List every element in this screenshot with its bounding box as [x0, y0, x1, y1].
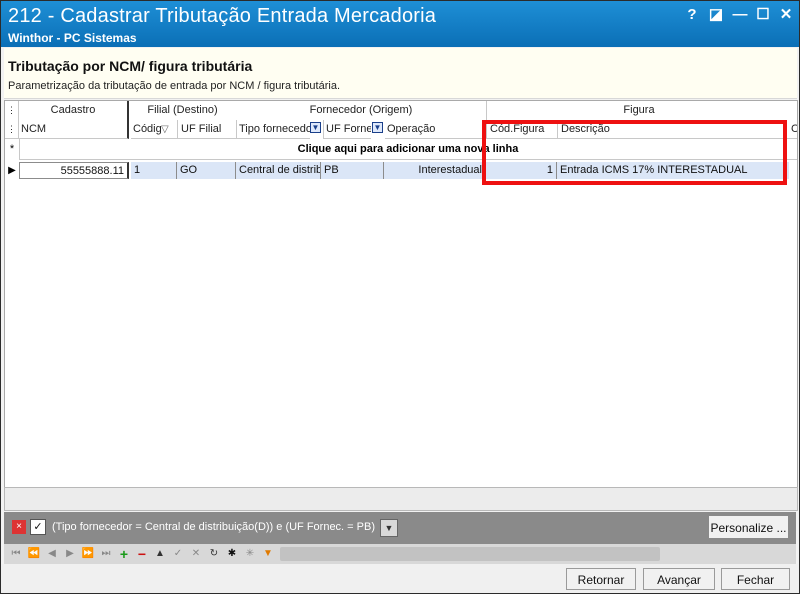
filter-icon[interactable]: ▼: [260, 546, 276, 562]
cell-uf-fornec[interactable]: PB: [321, 162, 384, 179]
current-row-indicator-icon: ▶: [8, 165, 16, 176]
navigator-bar: ⏮ ⏪ ◀ ▶ ⏩ ⏭ + − ▲ ✓ ✕ ↻ ✱ ✳ ▼: [4, 544, 796, 564]
filter-active-icon[interactable]: ▼: [372, 122, 383, 133]
cell-ncm[interactable]: 55555888.11: [19, 162, 129, 179]
page-title: Tributação por NCM/ figura tributária: [8, 58, 253, 74]
filter-dropdown-icon[interactable]: ▼: [380, 519, 398, 537]
row-selector-icon[interactable]: ⋮: [5, 120, 19, 139]
group-panel: [4, 487, 798, 511]
band-figura: Figura: [486, 101, 791, 120]
filter-codigo-icon[interactable]: ▽: [161, 120, 177, 139]
filter-text[interactable]: (Tipo fornecedor = Central de distribuiç…: [52, 521, 375, 533]
refresh-icon[interactable]: ↻: [206, 546, 222, 562]
col-extra[interactable]: C: [789, 120, 797, 139]
col-ncm[interactable]: NCM: [19, 120, 129, 139]
cell-uf-filial[interactable]: GO: [177, 162, 236, 179]
filter-active-icon[interactable]: ▼: [310, 122, 321, 133]
window-subtitle: Winthor - PC Sistemas: [8, 31, 137, 45]
next-page-icon[interactable]: ⏩: [80, 546, 96, 562]
edit-window-icon[interactable]: ◪: [706, 5, 726, 25]
grid-menu-icon[interactable]: ⋮: [5, 101, 19, 120]
next-record-icon[interactable]: ▶: [62, 546, 78, 562]
insert-record-icon[interactable]: +: [116, 546, 132, 562]
retornar-button[interactable]: Retornar: [566, 568, 636, 590]
band-fornecedor: Fornecedor (Origem): [236, 101, 486, 120]
col-uf-filial[interactable]: UF Filial: [177, 120, 236, 139]
edit-record-icon[interactable]: ▲: [152, 546, 168, 562]
delete-record-icon[interactable]: −: [134, 546, 150, 562]
post-record-icon[interactable]: ✓: [170, 546, 186, 562]
cell-tipo-fornecedor[interactable]: Central de distrib: [236, 162, 321, 179]
bookmark-icon[interactable]: ✱: [224, 546, 240, 562]
avancar-button[interactable]: Avançar: [643, 568, 715, 590]
minimize-button[interactable]: —: [730, 5, 750, 25]
cell-codigo[interactable]: 1: [131, 162, 177, 179]
cancel-record-icon[interactable]: ✕: [188, 546, 204, 562]
col-codigo[interactable]: Códig: [131, 120, 161, 139]
new-row-asterisk-icon: *: [5, 139, 20, 159]
page-description: Parametrização da tributação de entrada …: [8, 80, 340, 92]
highlight-box: [482, 120, 787, 185]
fechar-button[interactable]: Fechar: [721, 568, 790, 590]
close-button[interactable]: ✕: [776, 5, 796, 25]
prev-record-icon[interactable]: ◀: [44, 546, 60, 562]
clear-filter-icon[interactable]: ×: [12, 520, 26, 534]
col-operacao[interactable]: Operação: [385, 120, 486, 139]
footer-bar: Retornar Avançar Fechar: [1, 564, 799, 593]
col-uf-fornec[interactable]: UF Fornec.: [323, 120, 371, 139]
header-panel: Tributação por NCM/ figura tributária Pa…: [4, 48, 797, 99]
col-tipo-fornecedor[interactable]: Tipo fornecedor: [236, 120, 310, 139]
window-title: 212 - Cadastrar Tributação Entrada Merca…: [8, 5, 437, 27]
maximize-button[interactable]: ☐: [753, 5, 773, 25]
band-filial: Filial (Destino): [129, 101, 236, 120]
first-page-icon[interactable]: ⏮: [8, 546, 24, 562]
main-window: 212 - Cadastrar Tributação Entrada Merca…: [0, 0, 800, 594]
title-bar: 212 - Cadastrar Tributação Entrada Merca…: [1, 1, 799, 47]
goto-bookmark-icon[interactable]: ✳: [242, 546, 258, 562]
last-page-icon[interactable]: ⏭: [98, 546, 114, 562]
horizontal-scrollbar[interactable]: [280, 547, 660, 561]
filter-bar: × ✓ (Tipo fornecedor = Central de distri…: [4, 512, 796, 544]
band-cadastro: Cadastro: [19, 101, 129, 120]
personalize-button[interactable]: Personalize ...: [708, 515, 789, 539]
help-icon[interactable]: ?: [682, 5, 702, 25]
filter-enabled-checkbox[interactable]: ✓: [30, 519, 46, 535]
cell-operacao[interactable]: Interestadual: [384, 162, 486, 179]
prev-page-icon[interactable]: ⏪: [26, 546, 42, 562]
